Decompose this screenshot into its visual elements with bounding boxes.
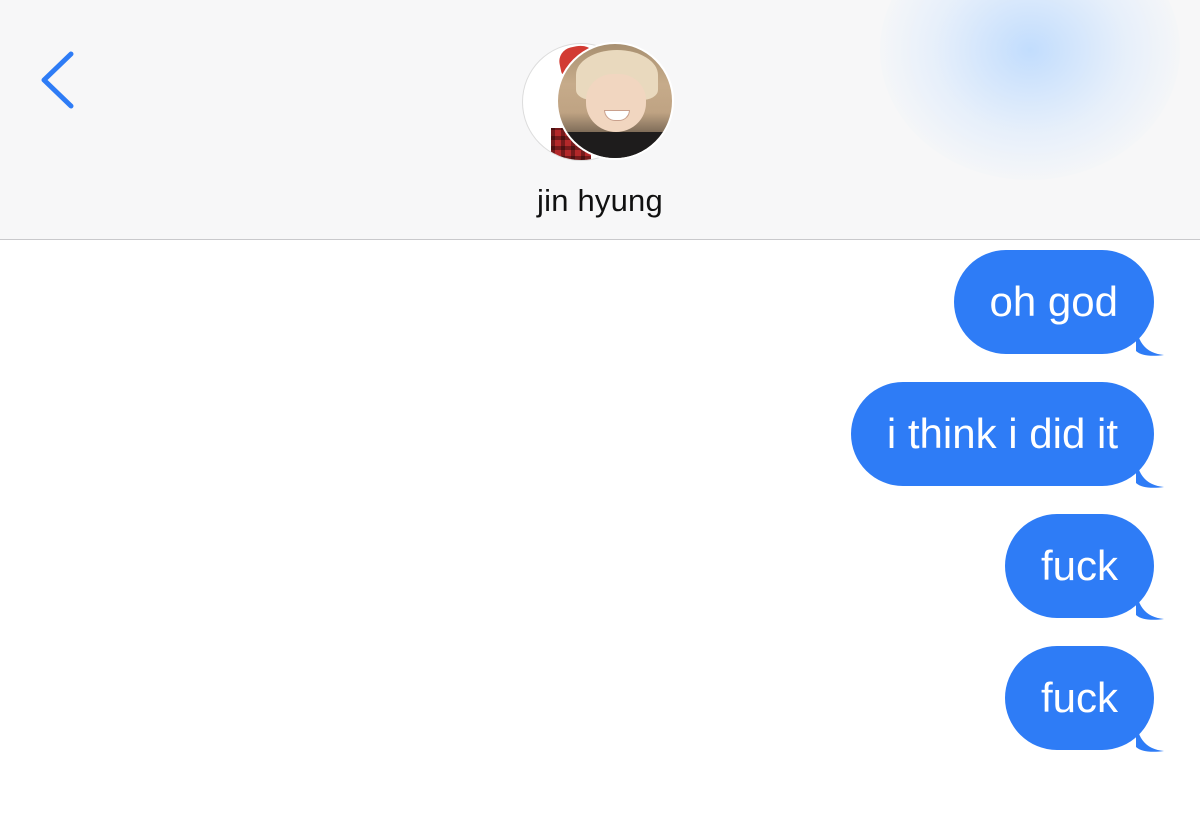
conversation-header: jin hyung	[0, 0, 1200, 240]
back-button[interactable]	[30, 40, 90, 120]
message-text: fuck	[1040, 674, 1118, 721]
message-bubble[interactable]: i think i did it	[850, 382, 1154, 486]
message-text: fuck	[1040, 542, 1118, 589]
chevron-left-icon	[41, 51, 74, 109]
bubble-tail	[1136, 721, 1164, 752]
avatar-photo	[556, 42, 674, 160]
contact-avatar[interactable]	[523, 42, 675, 164]
contact-name[interactable]: jin hyung	[0, 183, 1200, 219]
message-bubble[interactable]: oh god	[953, 250, 1154, 354]
bubble-tail	[1136, 589, 1164, 620]
header-glow	[880, 0, 1180, 180]
bubble-tail	[1136, 457, 1164, 488]
message-bubble[interactable]: fuck	[1004, 646, 1154, 750]
message-text: oh god	[989, 278, 1118, 325]
bubble-tail	[1136, 325, 1164, 356]
message-text: i think i did it	[886, 410, 1118, 457]
message-bubble[interactable]: fuck	[1004, 514, 1154, 618]
